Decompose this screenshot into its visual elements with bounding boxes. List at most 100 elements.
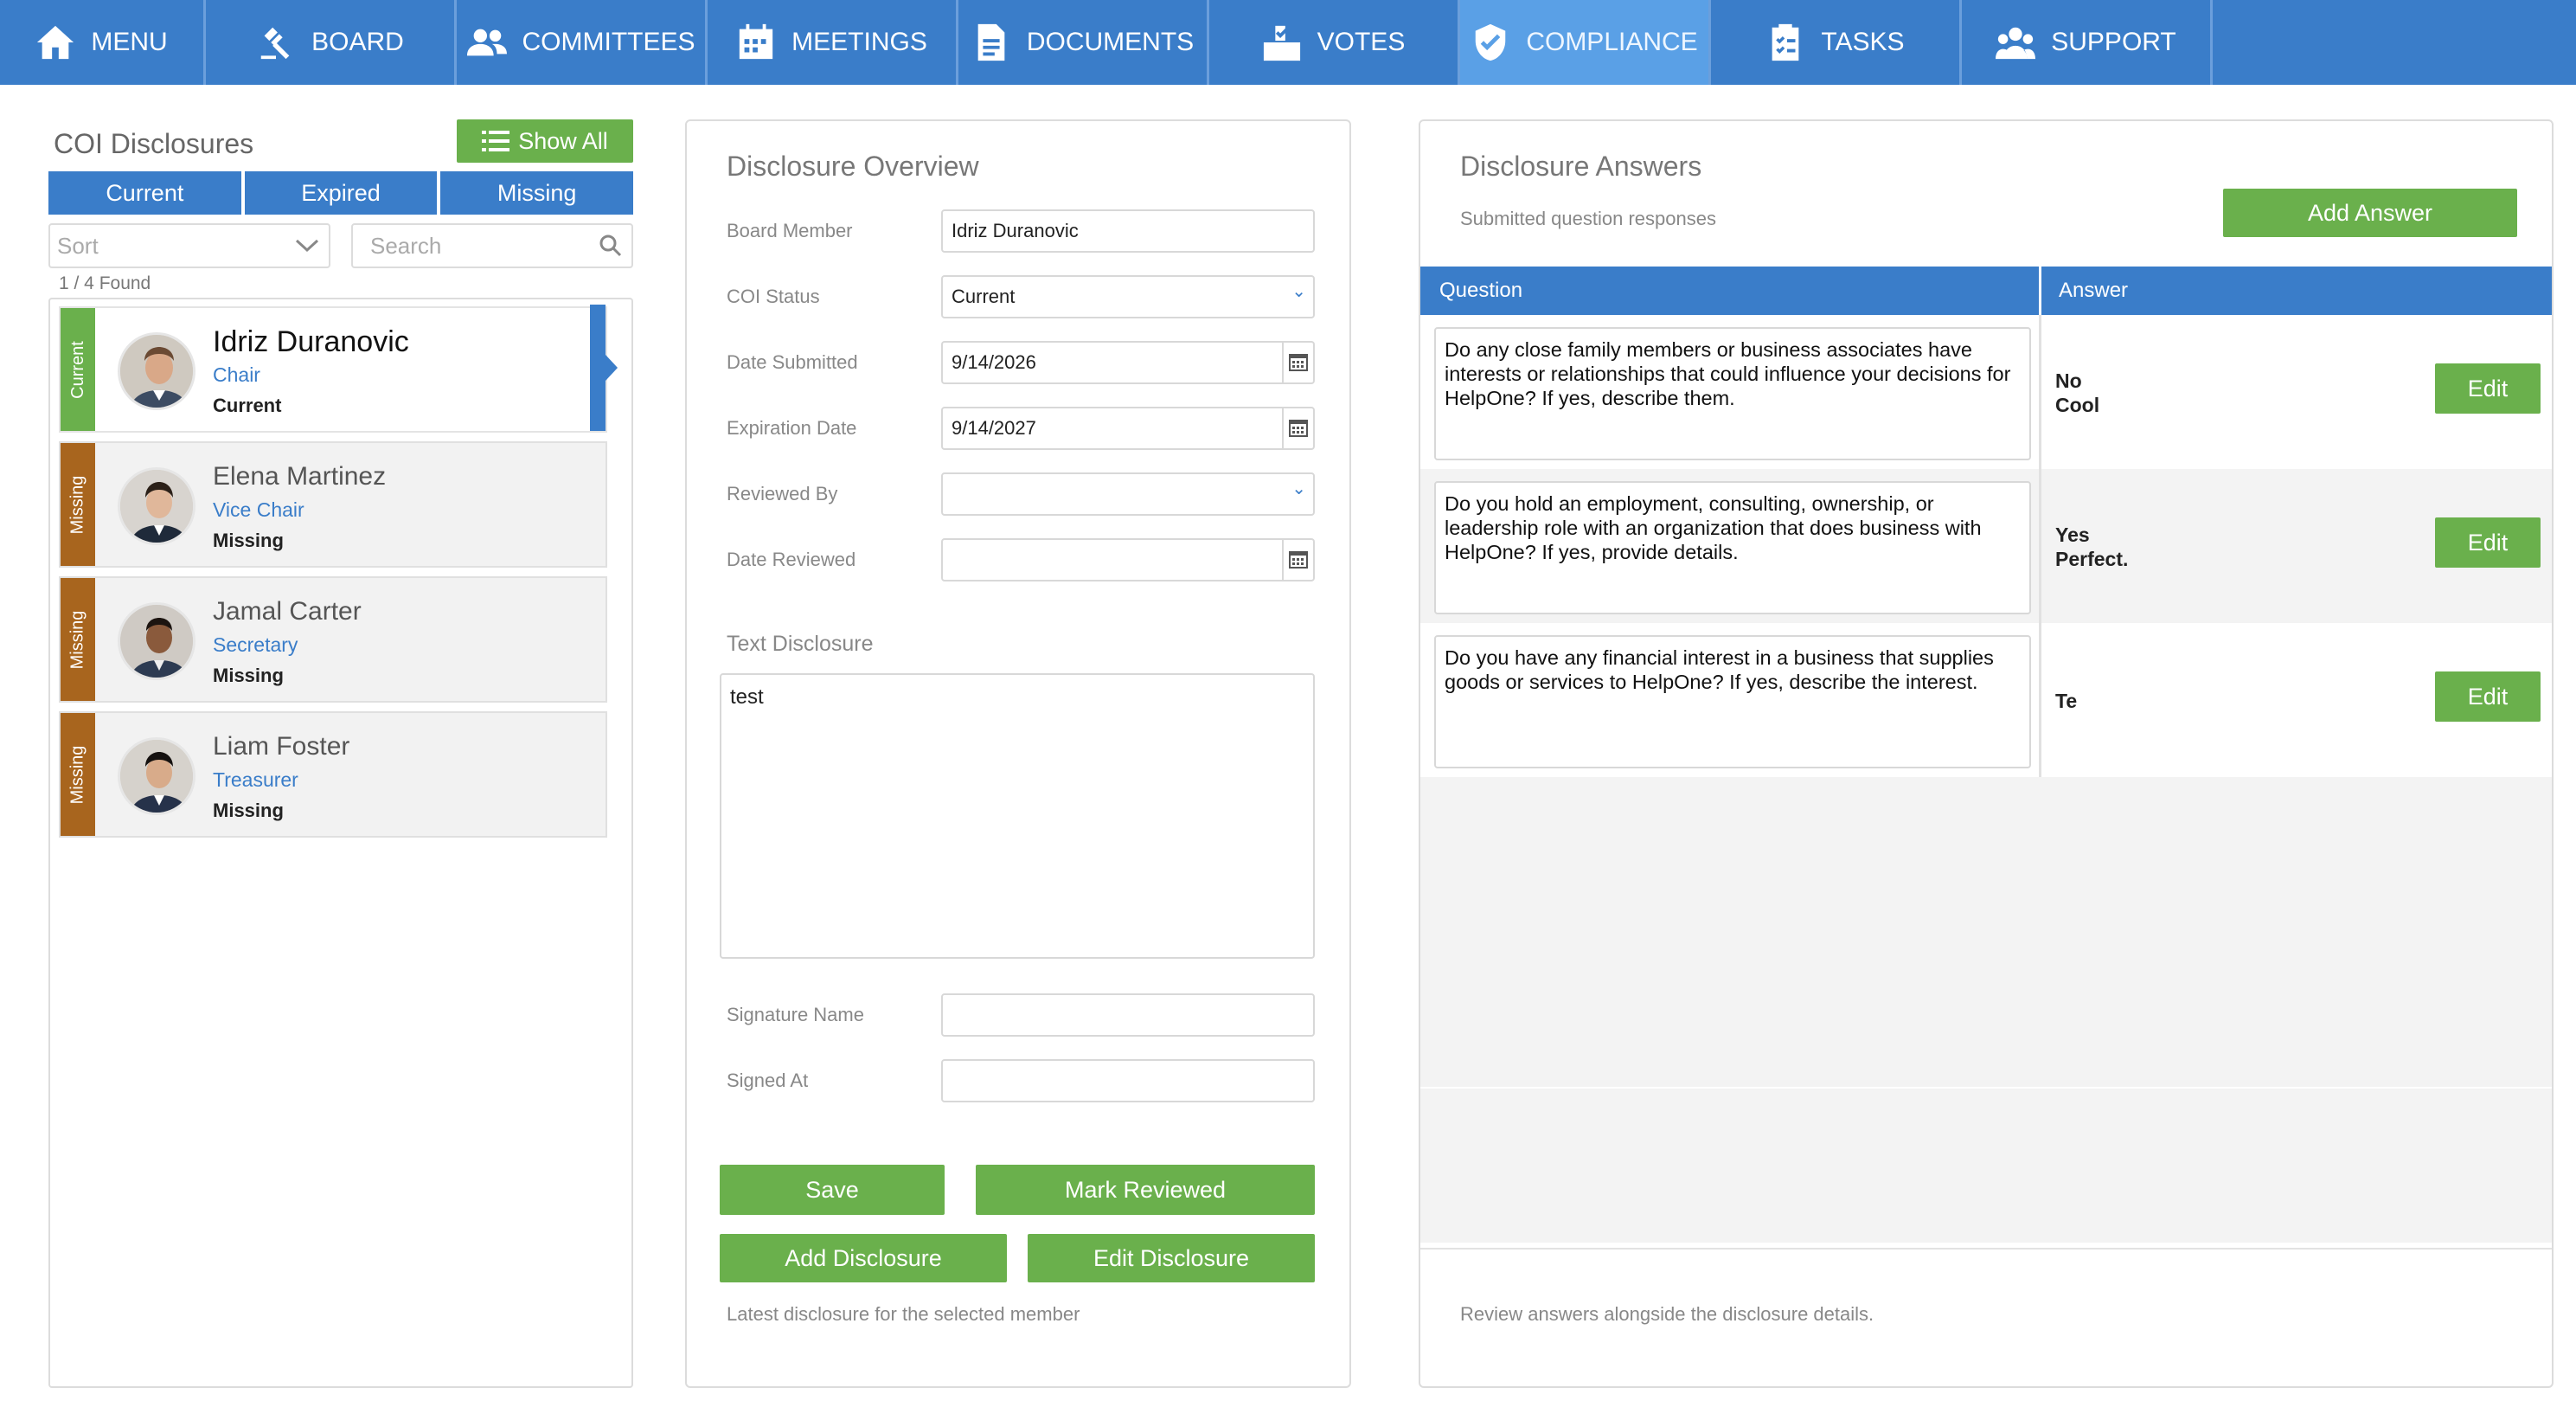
member-name: Liam Foster	[213, 732, 350, 761]
nav-support[interactable]: SUPPORT	[1962, 0, 2213, 85]
member-card-idriz[interactable]: Current Idriz Duranovic Chair Current	[59, 306, 607, 433]
question-text: Do you hold an employment, consulting, o…	[1434, 481, 2031, 614]
signature-name-label: Signature Name	[727, 1004, 864, 1025]
coi-status-select[interactable]: Current ⌄	[941, 275, 1315, 318]
member-status: Missing	[213, 665, 284, 686]
nav-compliance-label: COMPLIANCE	[1526, 28, 1698, 56]
member-status: Current	[213, 395, 282, 416]
coi-status-label: COI Status	[727, 286, 820, 307]
member-card-liam[interactable]: Missing Liam Foster Treasurer Missing	[59, 711, 607, 838]
answer-note: Cool	[2055, 394, 2100, 416]
date-reviewed-label: Date Reviewed	[727, 549, 856, 570]
chevron-down-icon: ⌄	[1291, 479, 1306, 498]
sort-placeholder: Sort	[57, 232, 99, 259]
date-submitted-label: Date Submitted	[727, 351, 858, 373]
tab-expired[interactable]: Expired	[244, 171, 438, 215]
board-member-label: Board Member	[727, 220, 853, 241]
signature-name-field[interactable]	[941, 993, 1315, 1037]
nav-meetings[interactable]: MEETINGS	[708, 0, 958, 85]
mark-reviewed-button[interactable]: Mark Reviewed	[976, 1165, 1315, 1215]
shield-check-icon	[1476, 23, 1506, 61]
edit-answer-button[interactable]: Edit	[2435, 363, 2541, 414]
member-card-jamal[interactable]: Missing Jamal Carter Secretary Missing	[59, 576, 607, 703]
answer-value: Te	[2055, 690, 2078, 712]
column-header-question[interactable]: Question	[1420, 267, 2041, 315]
question-cell: Do you hold an employment, consulting, o…	[1420, 469, 2041, 623]
selected-indicator	[590, 305, 618, 431]
reviewed-by-label: Reviewed By	[727, 483, 838, 504]
top-nav: MENU BOARD COMMITTEES MEETINGS DOCUMENTS…	[0, 0, 2576, 85]
answers-footer-note: Review answers alongside the disclosure …	[1460, 1303, 1874, 1325]
nav-tasks[interactable]: TASKS	[1711, 0, 1962, 85]
ballot-box-icon	[1263, 25, 1300, 61]
avatar	[118, 602, 195, 680]
document-icon	[977, 23, 1005, 61]
member-status: Missing	[213, 530, 284, 551]
member-status: Missing	[213, 800, 284, 821]
nav-board-label: BOARD	[311, 28, 404, 56]
edit-answer-button[interactable]: Edit	[2435, 517, 2541, 568]
list-icon	[482, 131, 510, 151]
date-submitted-value: 9/14/2026	[952, 351, 1036, 373]
question-cell: Do you have any financial interest in a …	[1420, 623, 2041, 777]
signed-at-label: Signed At	[727, 1070, 809, 1091]
sort-select[interactable]: Sort	[48, 223, 330, 268]
answer-value: Yes	[2055, 524, 2090, 546]
avatar	[118, 332, 195, 410]
coi-disclosures-title: COI Disclosures	[54, 128, 254, 159]
edit-disclosure-button[interactable]: Edit Disclosure	[1028, 1234, 1315, 1282]
calendar-icon[interactable]	[1282, 343, 1313, 382]
answers-table-header: Question Answer	[1420, 267, 2552, 315]
member-role: Treasurer	[213, 768, 298, 791]
show-all-button[interactable]: Show All	[457, 119, 633, 163]
calendar-icon	[739, 23, 773, 60]
signed-at-field[interactable]	[941, 1059, 1315, 1102]
nav-board[interactable]: BOARD	[206, 0, 457, 85]
tab-current[interactable]: Current	[48, 171, 241, 215]
nav-menu[interactable]: MENU	[0, 0, 206, 85]
date-submitted-field[interactable]: 9/14/2026	[941, 341, 1315, 384]
edit-answer-button[interactable]: Edit	[2435, 671, 2541, 722]
status-filter-tabs: Current Expired Missing	[48, 171, 634, 215]
nav-documents-label: DOCUMENTS	[1026, 28, 1195, 56]
calendar-icon[interactable]	[1282, 540, 1313, 580]
nav-support-label: SUPPORT	[2051, 28, 2176, 56]
tab-missing[interactable]: Missing	[440, 171, 634, 215]
avatar	[118, 467, 195, 545]
text-disclosure-label: Text Disclosure	[727, 632, 874, 656]
answers-empty-area	[1420, 777, 2552, 1244]
status-strip: Missing	[61, 578, 95, 701]
calendar-icon[interactable]	[1282, 408, 1313, 448]
member-name: Idriz Duranovic	[213, 325, 409, 358]
table-row: Do you hold an employment, consulting, o…	[1420, 469, 2552, 623]
member-name: Elena Martinez	[213, 462, 387, 491]
nav-meetings-label: MEETINGS	[791, 28, 927, 56]
save-button[interactable]: Save	[720, 1165, 945, 1215]
status-strip-label: Missing	[67, 745, 87, 804]
status-strip-label: Missing	[67, 475, 87, 534]
search-icon	[599, 234, 622, 257]
coi-status-value: Current	[952, 286, 1016, 307]
avatar	[118, 737, 195, 815]
add-answer-button[interactable]: Add Answer	[2223, 189, 2517, 237]
nav-votes-label: VOTES	[1317, 28, 1406, 56]
add-disclosure-button[interactable]: Add Disclosure	[720, 1234, 1007, 1282]
member-card-elena[interactable]: Missing Elena Martinez Vice Chair Missin…	[59, 441, 607, 568]
member-role: Secretary	[213, 633, 298, 656]
expiration-date-field[interactable]: 9/14/2027	[941, 407, 1315, 450]
search-input[interactable]: Search	[351, 223, 633, 268]
status-strip: Missing	[61, 713, 95, 836]
search-placeholder: Search	[370, 232, 442, 259]
column-header-answer[interactable]: Answer	[2041, 267, 2552, 315]
date-reviewed-field[interactable]	[941, 538, 1315, 581]
text-disclosure-textarea[interactable]: test	[720, 673, 1315, 959]
board-member-field[interactable]: Idriz Duranovic	[941, 209, 1315, 253]
nav-committees[interactable]: COMMITTEES	[457, 0, 708, 85]
nav-tasks-label: TASKS	[1821, 28, 1905, 56]
expiration-date-label: Expiration Date	[727, 417, 857, 439]
nav-documents[interactable]: DOCUMENTS	[958, 0, 1209, 85]
nav-compliance[interactable]: COMPLIANCE	[1460, 0, 1711, 85]
reviewed-by-select[interactable]: ⌄	[941, 472, 1315, 516]
table-row: Do any close family members or business …	[1420, 315, 2552, 469]
nav-votes[interactable]: VOTES	[1209, 0, 1460, 85]
